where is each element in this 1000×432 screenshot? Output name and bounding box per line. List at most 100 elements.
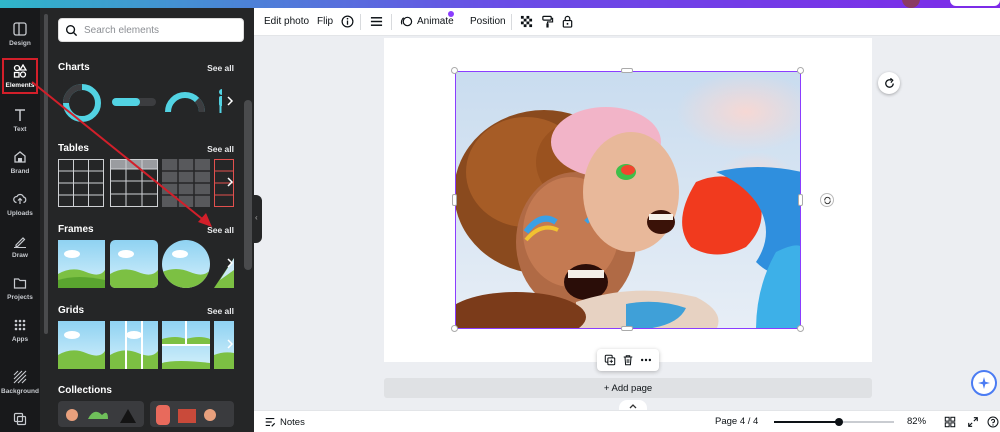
- charts-thumbs: [58, 78, 238, 126]
- rail-item-brand[interactable]: Brand: [0, 146, 40, 186]
- border-style-button[interactable]: [370, 15, 383, 28]
- panel-scrollbar[interactable]: [44, 14, 48, 334]
- chevron-right-icon: [227, 258, 234, 268]
- table-thumb-striped[interactable]: [162, 159, 210, 207]
- resize-handle-top-left[interactable]: [451, 67, 458, 74]
- help-button[interactable]: [987, 416, 999, 428]
- avatar[interactable]: [902, 0, 920, 8]
- frames-next-button[interactable]: [222, 248, 238, 278]
- section-title: Tables: [58, 143, 89, 154]
- tables-thumbs: [58, 159, 234, 207]
- chevron-left-icon: ‹: [255, 213, 258, 222]
- edit-photo-button[interactable]: Edit photo: [264, 16, 309, 27]
- frame-thumb-circle[interactable]: [162, 240, 210, 288]
- rail-item-background[interactable]: Background: [0, 366, 40, 406]
- position-label: Position: [470, 16, 506, 27]
- add-page-button[interactable]: + Add page: [384, 378, 872, 398]
- notes-button[interactable]: Notes: [264, 416, 305, 428]
- upload-icon: [13, 193, 27, 204]
- grid-view-button[interactable]: [944, 416, 956, 428]
- rail-item-elements[interactable]: Elements: [0, 58, 40, 100]
- pattern-icon: [13, 370, 27, 384]
- section-title: Grids: [58, 305, 85, 316]
- see-all-link[interactable]: See all: [207, 225, 234, 235]
- layout-icon: [13, 22, 27, 36]
- see-all-link[interactable]: See all: [207, 63, 234, 73]
- flip-button[interactable]: Flip: [317, 16, 333, 27]
- magic-assistant-button[interactable]: [971, 370, 997, 396]
- highlight-box: [2, 58, 38, 94]
- rail-label: Background: [1, 388, 39, 395]
- expand-icon: [968, 417, 978, 427]
- border-lines-icon: [370, 17, 383, 26]
- page-indicator-label: Page 4 / 4: [715, 416, 759, 427]
- rail-item-draw[interactable]: Draw: [0, 230, 40, 270]
- lock-button[interactable]: [561, 15, 574, 28]
- charts-next-button[interactable]: [222, 86, 238, 116]
- zoom-slider-knob[interactable]: [834, 418, 843, 426]
- table-thumb-header[interactable]: [110, 159, 158, 207]
- rail-item-more[interactable]: [0, 408, 40, 432]
- see-all-link[interactable]: See all: [207, 306, 234, 316]
- resize-handle-right[interactable]: [798, 194, 803, 206]
- info-button[interactable]: [341, 15, 354, 28]
- share-pill[interactable]: [950, 0, 1000, 6]
- resize-handle-top[interactable]: [621, 68, 633, 73]
- photo-image: [456, 72, 800, 328]
- page-indicator[interactable]: Page 4 / 4: [715, 416, 758, 427]
- animate-button[interactable]: Animate: [400, 11, 454, 28]
- transparency-button[interactable]: [520, 15, 533, 28]
- context-toolbar: [597, 349, 659, 371]
- rotate-button[interactable]: [820, 193, 834, 207]
- grid-thumb-quad[interactable]: [162, 321, 210, 369]
- donut-chart-thumb[interactable]: [61, 82, 103, 124]
- search-box[interactable]: [58, 18, 244, 42]
- info-icon: [341, 15, 354, 28]
- gauge-thumb[interactable]: [164, 88, 206, 114]
- rail-label: Draw: [12, 252, 28, 259]
- collection-card[interactable]: [58, 401, 144, 427]
- rail-item-projects[interactable]: Projects: [0, 272, 40, 312]
- notes-label: Notes: [280, 416, 305, 428]
- rail-item-apps[interactable]: Apps: [0, 314, 40, 354]
- resize-handle-bottom-right[interactable]: [797, 325, 804, 332]
- rail-label: Uploads: [7, 210, 33, 217]
- rail-item-text[interactable]: Text: [0, 104, 40, 144]
- paint-format-button[interactable]: [541, 15, 554, 28]
- animate-label: Animate: [417, 16, 454, 27]
- duplicate-icon[interactable]: [604, 354, 616, 366]
- section-title: Charts: [58, 62, 90, 73]
- trash-icon[interactable]: [622, 354, 634, 366]
- grid-thumb-single[interactable]: [58, 321, 105, 369]
- toolbar-divider: [511, 14, 512, 30]
- tables-next-button[interactable]: [222, 167, 238, 197]
- rail-item-uploads[interactable]: Uploads: [0, 188, 40, 228]
- selected-photo[interactable]: [455, 71, 801, 329]
- search-icon: [65, 24, 78, 36]
- more-options-icon[interactable]: [640, 354, 652, 366]
- frame-thumb-rounded[interactable]: [110, 240, 158, 288]
- refresh-comment-button[interactable]: [878, 72, 900, 94]
- collapse-panel-button[interactable]: ‹: [254, 195, 262, 243]
- position-button[interactable]: Position: [470, 16, 506, 27]
- zoom-label: 82%: [907, 416, 927, 427]
- table-thumb-plain[interactable]: [58, 159, 104, 207]
- frame-thumb-rectangle[interactable]: [58, 240, 105, 288]
- progress-bar-thumb[interactable]: [112, 96, 156, 108]
- zoom-slider[interactable]: [774, 418, 894, 426]
- resize-handle-bottom[interactable]: [621, 326, 633, 331]
- zoom-level[interactable]: 82%: [907, 416, 926, 427]
- fullscreen-button[interactable]: [967, 416, 979, 428]
- rail-label: Design: [9, 40, 31, 47]
- chevron-up-icon: [629, 404, 637, 409]
- grid-thumb-split[interactable]: [110, 321, 158, 369]
- resize-handle-top-right[interactable]: [797, 67, 804, 74]
- resize-handle-left[interactable]: [452, 194, 457, 206]
- resize-handle-bottom-left[interactable]: [451, 325, 458, 332]
- panel-content-scrollbar[interactable]: [244, 100, 252, 270]
- grids-next-button[interactable]: [222, 329, 238, 359]
- rail-item-design[interactable]: Design: [0, 18, 40, 58]
- search-input[interactable]: [84, 24, 234, 36]
- collection-card[interactable]: [150, 401, 234, 427]
- see-all-link[interactable]: See all: [207, 144, 234, 154]
